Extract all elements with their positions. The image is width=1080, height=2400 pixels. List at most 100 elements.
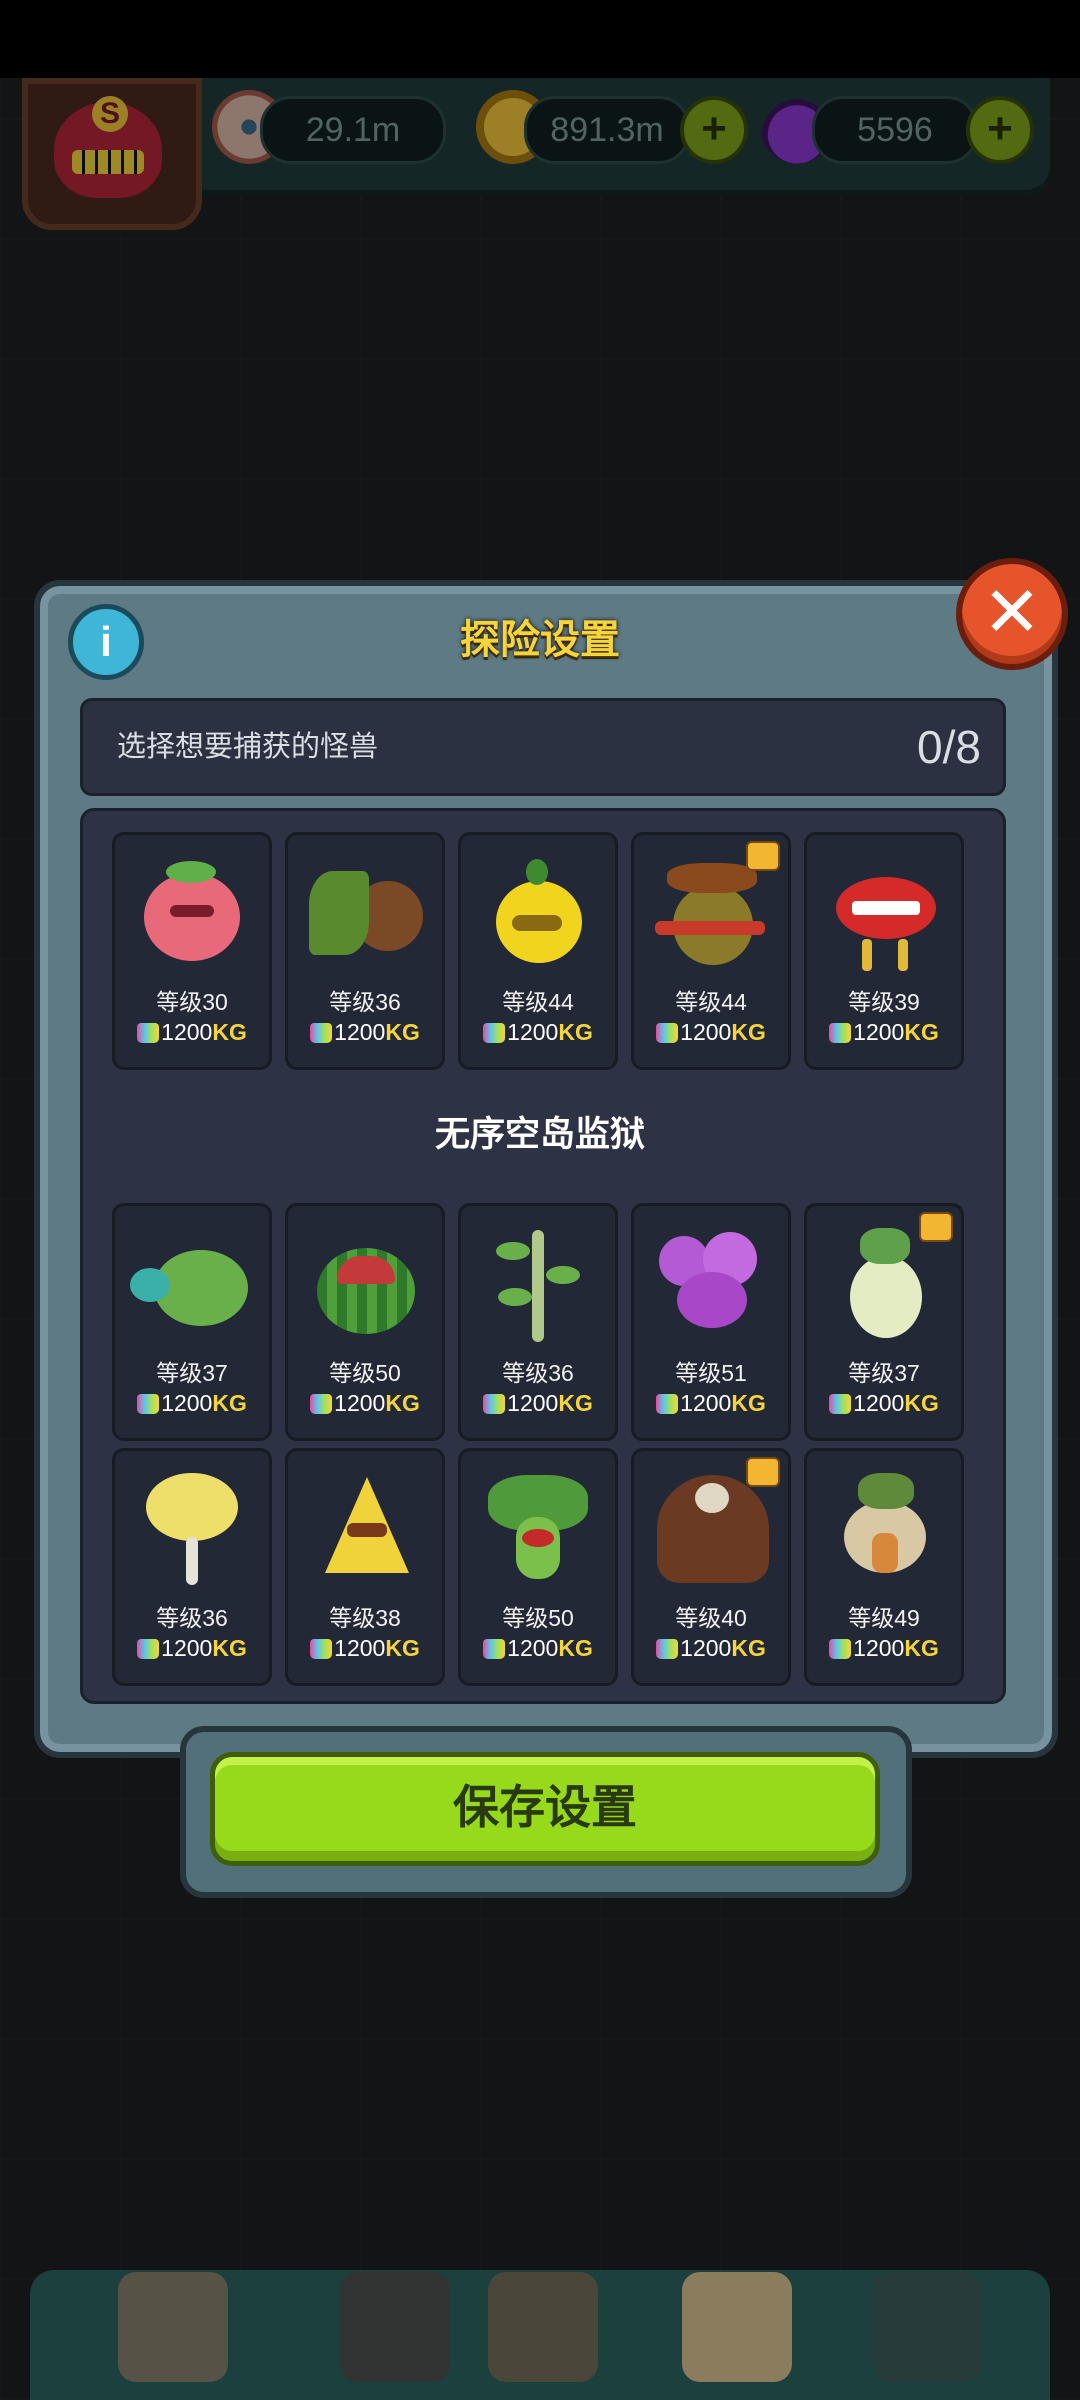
nav-item[interactable]	[862, 2262, 992, 2400]
weight-number: 1200	[507, 1635, 559, 1661]
monster-card[interactable]: 等级37 1200KG	[112, 1203, 272, 1441]
weight-number: 1200	[853, 1390, 905, 1416]
weight-unit: KG	[731, 1390, 766, 1416]
rainbow-bag-icon	[310, 1639, 333, 1659]
monster-weight: 1200KG	[461, 1390, 615, 1417]
monster-weight: 1200KG	[461, 1635, 615, 1662]
monster-level: 等级36	[329, 989, 401, 1015]
lips-monster-icon	[822, 851, 946, 971]
nav-item[interactable]	[672, 2262, 802, 2400]
monster-level: 等级50	[502, 1605, 574, 1631]
monster-level: 等级37	[156, 1360, 228, 1386]
monster-card[interactable]: 等级40 1200KG	[631, 1448, 791, 1686]
cauliflower-monster-icon	[130, 1467, 254, 1587]
monster-card[interactable]: 等级49 1200KG	[804, 1448, 964, 1686]
weight-number: 1200	[680, 1635, 732, 1661]
monster-level: 等级51	[675, 1360, 747, 1386]
monster-level: 等级30	[156, 989, 228, 1015]
monster-level: 等级36	[156, 1605, 228, 1631]
selection-count: 0/8	[917, 721, 981, 773]
monster-level: 等级39	[848, 989, 920, 1015]
monster-card[interactable]: 等级50 1200KG	[458, 1448, 618, 1686]
monster-level: 等级38	[329, 1605, 401, 1631]
pear-duck-monster-icon	[476, 851, 600, 971]
weight-number: 1200	[853, 1635, 905, 1661]
monster-weight: 1200KG	[461, 1019, 615, 1046]
monster-card[interactable]: 等级44 1200KG	[631, 832, 791, 1070]
weight-number: 1200	[680, 1390, 732, 1416]
weight-number: 1200	[161, 1390, 213, 1416]
monster-weight: 1200KG	[288, 1390, 442, 1417]
rainbow-bag-icon	[137, 1639, 160, 1659]
cheese-monster-icon	[303, 1467, 427, 1587]
weight-number: 1200	[507, 1390, 559, 1416]
weight-unit: KG	[558, 1390, 593, 1416]
monster-weight: 1200KG	[115, 1635, 269, 1662]
monster-weight: 1200KG	[115, 1390, 269, 1417]
monster-weight: 1200KG	[288, 1019, 442, 1046]
weight-number: 1200	[334, 1635, 386, 1661]
monster-card[interactable]: 等级37 1200KG	[804, 1203, 964, 1441]
info-button[interactable]: i	[68, 604, 144, 680]
rainbow-bag-icon	[829, 1023, 852, 1043]
monster-level: 等级50	[329, 1360, 401, 1386]
weight-unit: KG	[904, 1019, 939, 1045]
monster-card[interactable]: 等级51 1200KG	[631, 1203, 791, 1441]
weight-unit: KG	[731, 1635, 766, 1661]
rainbow-bag-icon	[310, 1023, 333, 1043]
monster-weight: 1200KG	[807, 1390, 961, 1417]
selection-label: 选择想要捕获的怪兽	[117, 731, 379, 763]
monster-weight: 1200KG	[288, 1635, 442, 1662]
weight-unit: KG	[558, 1019, 593, 1045]
close-button[interactable]: ✕	[956, 558, 1068, 670]
monster-weight: 1200KG	[634, 1019, 788, 1046]
dialog-title: 探险设置	[460, 618, 620, 662]
monster-card[interactable]: 等级44 1200KG	[458, 832, 618, 1070]
nav-item[interactable]	[330, 2262, 460, 2400]
monster-weight: 1200KG	[115, 1019, 269, 1046]
monster-card[interactable]: 等级36 1200KG	[112, 1448, 272, 1686]
monster-card[interactable]: 等级50 1200KG	[285, 1203, 445, 1441]
cabbage-turtle-monster-icon	[130, 1222, 254, 1342]
rainbow-bag-icon	[829, 1394, 852, 1414]
weight-unit: KG	[731, 1019, 766, 1045]
twig-monster-icon	[476, 1222, 600, 1342]
monster-card[interactable]: 等级36 1200KG	[285, 832, 445, 1070]
grid-menu-icon	[872, 2272, 982, 2382]
weight-unit: KG	[385, 1390, 420, 1416]
save-settings-button[interactable]: 保存设置	[210, 1752, 880, 1866]
rainbow-bag-icon	[829, 1639, 852, 1659]
monster-card[interactable]: 等级30 1200KG	[112, 832, 272, 1070]
nav-item[interactable]	[108, 2262, 238, 2400]
weight-unit: KG	[385, 1019, 420, 1045]
book-icon	[488, 2272, 598, 2382]
peach-monster-icon	[130, 851, 254, 971]
onion-monster-icon	[822, 1467, 946, 1587]
weight-number: 1200	[853, 1019, 905, 1045]
monster-card[interactable]: 等级39 1200KG	[804, 832, 964, 1070]
nav-item[interactable]	[478, 2262, 608, 2400]
medusa-worm-monster-icon	[476, 1467, 600, 1587]
rainbow-bag-icon	[310, 1394, 333, 1414]
money-bag-icon	[682, 2272, 792, 2382]
rainbow-bag-icon	[137, 1394, 160, 1414]
weight-number: 1200	[680, 1019, 732, 1045]
coconut-crab-monster-icon	[303, 851, 427, 971]
weight-number: 1200	[334, 1019, 386, 1045]
weight-number: 1200	[161, 1019, 213, 1045]
rainbow-bag-icon	[483, 1023, 506, 1043]
monster-weight: 1200KG	[807, 1019, 961, 1046]
watermelon-monster-icon	[303, 1222, 427, 1342]
monster-card[interactable]: 等级36 1200KG	[458, 1203, 618, 1441]
monster-badge-icon	[746, 841, 780, 871]
monster-badge-icon	[919, 1212, 953, 1242]
weight-unit: KG	[212, 1019, 247, 1045]
weight-unit: KG	[385, 1635, 420, 1661]
weight-unit: KG	[212, 1390, 247, 1416]
rainbow-bag-icon	[656, 1639, 679, 1659]
section-title: 无序空岛监狱	[434, 1115, 645, 1154]
rainbow-bag-icon	[483, 1639, 506, 1659]
monster-card[interactable]: 等级38 1200KG	[285, 1448, 445, 1686]
shop-building-icon	[118, 2272, 228, 2382]
weight-unit: KG	[904, 1635, 939, 1661]
